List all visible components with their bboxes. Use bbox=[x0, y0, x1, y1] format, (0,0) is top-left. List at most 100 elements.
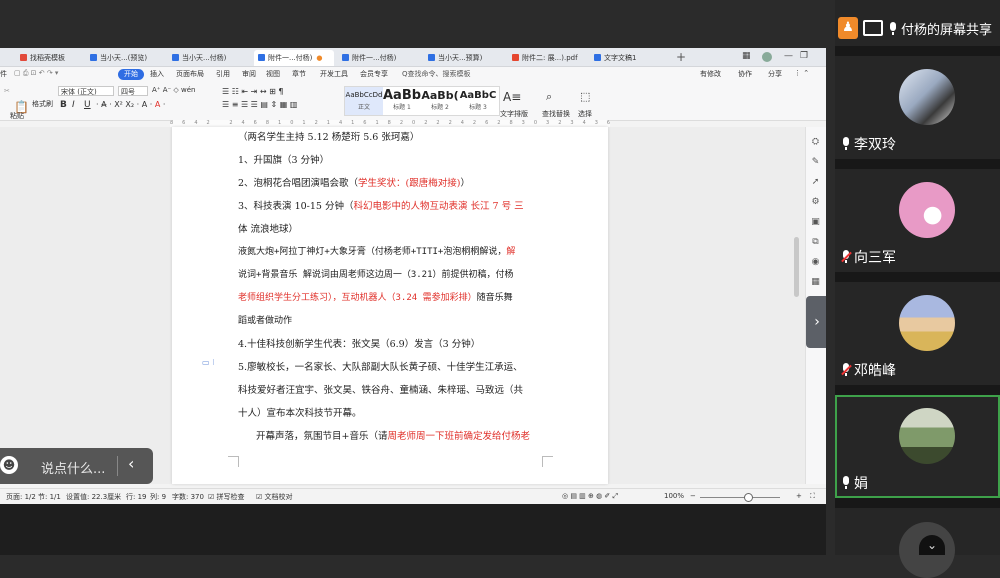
proofread-button[interactable]: ☑ 文档校对 bbox=[256, 492, 293, 502]
collapse-icon[interactable]: ‹ bbox=[128, 454, 134, 473]
style-heading3[interactable]: AaBbC 标题 3 bbox=[459, 87, 497, 115]
style-icon[interactable]: ⛭ bbox=[810, 137, 821, 148]
menu-layout[interactable]: 页面布局 bbox=[176, 69, 204, 79]
status-setting: 设置值: 22.3厘米 bbox=[66, 493, 122, 501]
vertical-scrollbar[interactable] bbox=[792, 127, 801, 484]
command-search[interactable]: Q查找命令、搜索模板 bbox=[402, 69, 471, 79]
doc-line-10: 5.廖敏校长，一名家长、大队部副大队长黄子硕、十佳学生江承运、 bbox=[238, 362, 523, 373]
paragraph-handle-icon[interactable]: ▭ ⁝ bbox=[202, 358, 215, 367]
status-page: 页面: 1/2 bbox=[6, 493, 36, 501]
participant-tile-3[interactable]: 邓皓峰 bbox=[835, 282, 1000, 385]
restore-icon[interactable]: ❐ bbox=[800, 51, 808, 61]
align-icons[interactable]: ☰ ≡ ☰ ☰ ▤ ⇕ ▦ ▥ bbox=[222, 100, 297, 109]
menu-devtools[interactable]: 开发工具 bbox=[320, 69, 348, 79]
pen-icon[interactable]: ✎ bbox=[810, 157, 821, 168]
bold-icon[interactable]: B bbox=[60, 100, 67, 110]
tab-6[interactable]: 附件二: 展...).pdf bbox=[508, 50, 588, 66]
transform-icon[interactable]: ⧉ bbox=[810, 237, 821, 248]
participant-tile-2[interactable]: 向三军 bbox=[835, 169, 1000, 272]
menu-view[interactable]: 视图 bbox=[266, 69, 280, 79]
style-heading2[interactable]: AaBb(标题 2 bbox=[421, 87, 459, 115]
expand-panel-button[interactable]: › bbox=[806, 296, 826, 348]
chat-input[interactable]: 说点什么... bbox=[41, 458, 105, 477]
scroll-thumb[interactable] bbox=[794, 237, 799, 297]
tab-3[interactable]: 附件一...付杨) ● bbox=[254, 50, 334, 66]
menu-insert[interactable]: 插入 bbox=[150, 69, 164, 79]
text-layout-icon[interactable]: A≡ bbox=[503, 90, 521, 104]
menu-review[interactable]: 审阅 bbox=[242, 69, 256, 79]
wps-window: 找稻壳模板 当小天...(预览) 当小天...付杨) 附件一...付杨) ● 附件… bbox=[0, 48, 826, 504]
underline-icon[interactable]: U bbox=[84, 100, 91, 110]
minimize-icon[interactable]: — bbox=[784, 51, 793, 61]
doc-icon bbox=[90, 54, 97, 61]
collab-button[interactable]: 协作 bbox=[738, 69, 752, 79]
menu-member[interactable]: 会员专享 bbox=[360, 69, 388, 79]
more-icon[interactable]: ⋮ ⌃ bbox=[794, 69, 809, 77]
menu-section[interactable]: 章节 bbox=[292, 69, 306, 79]
screen-share-header[interactable]: ♟ 付杨的屏幕共享 bbox=[835, 16, 1000, 44]
chevron-down-icon[interactable]: ⌄ bbox=[919, 535, 945, 555]
doc-icon bbox=[258, 54, 265, 61]
font-name-select[interactable]: 宋体 (正文) bbox=[58, 86, 114, 96]
menu-quick-icons[interactable]: ▢ ⎙ ⊡ ↶ ↷ ▾ bbox=[14, 69, 58, 78]
tab-2[interactable]: 当小天...付杨) bbox=[168, 50, 248, 66]
tab-5[interactable]: 当小天...预算) bbox=[424, 50, 504, 66]
zoom-knob[interactable] bbox=[744, 493, 753, 502]
strike-icon[interactable]: · A̶ · X² X₂ · A · A · bbox=[96, 100, 165, 109]
image-icon[interactable]: ▣ bbox=[810, 217, 821, 228]
doc-line-12: 十人）宣布本次科技节开幕。 bbox=[238, 408, 362, 419]
italic-icon[interactable]: I bbox=[72, 100, 75, 110]
tab-7[interactable]: 文字文稿1 bbox=[590, 50, 670, 66]
tab-0[interactable]: 找稻壳模板 bbox=[16, 50, 96, 66]
view-mode-icons[interactable]: ◎ ▤ ▥ ⊕ ◍ ✐ ⤢ bbox=[562, 492, 618, 501]
find-replace-button[interactable]: 查找替换 bbox=[542, 109, 570, 119]
doc-icon bbox=[172, 54, 179, 61]
document-canvas: （两名学生主持 5.12 杨楚珩 5.6 张珂嘉） 1、升国旗（3 分钟） 2、… bbox=[0, 127, 805, 484]
menu-references[interactable]: 引用 bbox=[216, 69, 230, 79]
participant-tile-5[interactable] bbox=[835, 508, 1000, 578]
doc-line-flag: 1、升国旗（3 分钟） bbox=[238, 155, 330, 166]
zoom-slider[interactable] bbox=[700, 497, 780, 498]
participant-tile-1[interactable]: 李双玲 bbox=[835, 56, 1000, 159]
top-dark-area bbox=[0, 0, 826, 48]
zoom-out-icon[interactable]: − bbox=[690, 492, 696, 500]
tab-1[interactable]: 当小天...(预览) bbox=[86, 50, 166, 66]
adjust-icon[interactable]: ⚙ bbox=[810, 197, 821, 208]
doc-line-hosts: （两名学生主持 5.12 杨楚珩 5.6 张珂嘉） bbox=[238, 132, 420, 143]
menu-file[interactable]: 件 bbox=[0, 69, 7, 79]
format-brush-button[interactable]: 格式刷 bbox=[32, 99, 53, 109]
select-icon[interactable]: ⬚ bbox=[580, 90, 590, 103]
menu-start[interactable]: 开始 bbox=[118, 69, 144, 80]
share-button[interactable]: 分享 bbox=[768, 69, 782, 79]
avatar[interactable] bbox=[762, 52, 772, 62]
font-grow-icon[interactable]: A⁺ A⁻ ◇ wén bbox=[152, 86, 196, 94]
has-changes-button[interactable]: 有修改 bbox=[700, 69, 721, 79]
pdf-icon bbox=[512, 54, 519, 61]
style-normal[interactable]: AaBbCcDd 正文 bbox=[345, 87, 383, 115]
list-icons[interactable]: ☰ ☷ ⇤ ⇥ ↔ ⊞ ¶ bbox=[222, 87, 284, 96]
participant-tile-4[interactable]: 娟 bbox=[835, 395, 1000, 498]
style-heading1[interactable]: AaBb 标题 1 bbox=[383, 87, 421, 115]
avatar bbox=[899, 182, 955, 238]
doc-line-6: 说词+背景音乐 解说词由周老师这边周一（3.21）前提供初稿，付杨 bbox=[238, 270, 514, 280]
emoji-icon[interactable]: ☻ bbox=[0, 456, 18, 474]
share-label: 付杨的屏幕共享 bbox=[888, 19, 992, 38]
document-page[interactable]: （两名学生主持 5.12 杨楚珩 5.6 张珂嘉） 1、升国旗（3 分钟） 2、… bbox=[172, 127, 608, 484]
text-layout-button[interactable]: 文字排版 bbox=[500, 109, 528, 119]
participant-column: 李双玲 向三军 邓皓峰 娟 bbox=[835, 0, 1000, 578]
avatar bbox=[899, 408, 955, 464]
spell-check-button[interactable]: ☑ 拼写检查 bbox=[208, 492, 245, 502]
doc-line-5: 液氮大炮+阿拉丁神灯+大象牙膏（付杨老师+TITI+泡泡桐桐解说，解 bbox=[238, 247, 516, 257]
fullscreen-icon[interactable]: ⛶ bbox=[810, 492, 815, 501]
zoom-in-icon[interactable]: + bbox=[796, 492, 802, 500]
grid-icon[interactable]: ▦ bbox=[742, 51, 751, 61]
tab-4[interactable]: 附件一...付杨) bbox=[338, 50, 418, 66]
location-icon[interactable]: ◉ bbox=[810, 257, 821, 268]
grid-icon[interactable]: ▦ bbox=[810, 277, 821, 288]
select-button[interactable]: 选择 bbox=[578, 109, 592, 119]
new-tab-icon[interactable]: + bbox=[676, 50, 686, 64]
find-replace-icon[interactable]: ⌕ bbox=[546, 90, 552, 104]
cursor-icon[interactable]: ➚ bbox=[810, 177, 821, 188]
font-size-select[interactable]: 四号 bbox=[118, 86, 148, 96]
cut-icon[interactable]: ✂ bbox=[4, 87, 10, 95]
